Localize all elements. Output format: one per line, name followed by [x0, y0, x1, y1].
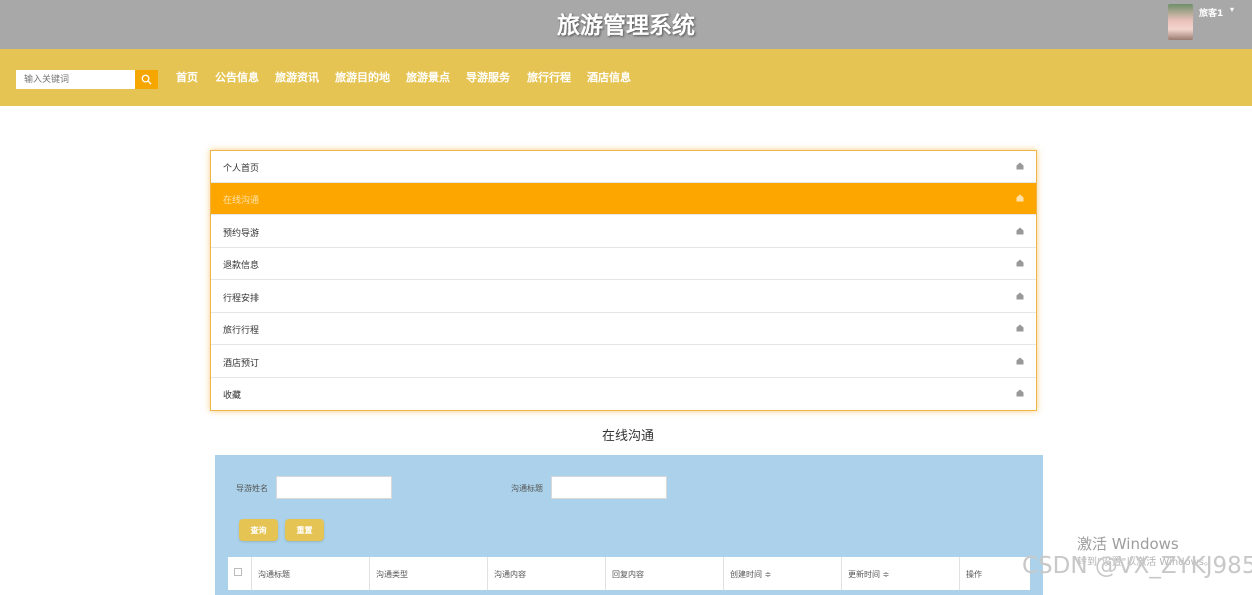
nav-itineraries[interactable]: 旅行行程 [527, 69, 571, 85]
nav-destinations[interactable]: 旅游目的地 [335, 69, 390, 85]
select-all-cell [228, 557, 252, 590]
csdn-watermark: CSDN @VX_ZYKJ985 [1022, 553, 1252, 579]
user-menu-caret-icon[interactable]: ▾ [1230, 5, 1234, 14]
home-icon [1016, 259, 1024, 267]
column-actions: 操作 [960, 557, 1030, 590]
windows-activation-title: 激活 Windows [1077, 535, 1179, 553]
table-header: 沟通标题 沟通类型 沟通内容 回复内容 创建时间 ≑ 更新时间 ≑ 操作 [228, 557, 1030, 590]
menu-item-hotel-booking[interactable]: 酒店预订 [211, 346, 1036, 378]
menu-item-label: 行程安排 [223, 294, 260, 304]
user-avatar[interactable] [1168, 4, 1193, 40]
menu-item-travel-itinerary[interactable]: 旅行行程 [211, 313, 1036, 345]
home-icon [1016, 162, 1024, 170]
menu-item-label: 旅行行程 [223, 326, 260, 336]
menu-item-label: 酒店预订 [223, 359, 260, 369]
menu-item-label: 收藏 [223, 391, 242, 401]
menu-item-online-chat[interactable]: 在线沟通 [211, 183, 1036, 215]
nav-travel-news[interactable]: 旅游资讯 [275, 69, 319, 85]
column-label: 沟通标题 [258, 570, 290, 579]
nav-guide-service[interactable]: 导游服务 [466, 69, 510, 85]
top-header: 旅游管理系统 旅客1 ▾ [0, 0, 1252, 49]
home-icon [1016, 227, 1024, 235]
menu-item-favorites[interactable]: 收藏 [211, 378, 1036, 410]
menu-item-label: 在线沟通 [223, 196, 260, 206]
menu-item-label: 个人首页 [223, 164, 260, 174]
search-icon [141, 74, 152, 85]
nav-hotels[interactable]: 酒店信息 [587, 69, 631, 85]
nav-attractions[interactable]: 旅游景点 [406, 69, 450, 85]
column-label: 沟通内容 [494, 570, 526, 579]
search-input[interactable] [16, 70, 135, 89]
user-center-menu: 个人首页 在线沟通 预约导游 退款信息 行程安排 旅行行程 酒店预订 收藏 [210, 150, 1037, 411]
column-label: 创建时间 ≑ [730, 570, 772, 579]
chat-title-input[interactable] [551, 476, 667, 499]
menu-item-schedule[interactable]: 行程安排 [211, 281, 1036, 313]
column-label: 操作 [966, 570, 982, 579]
column-label: 回复内容 [612, 570, 644, 579]
site-title: 旅游管理系统 [557, 13, 695, 39]
menu-item-label: 退款信息 [223, 261, 260, 271]
home-icon [1016, 357, 1024, 365]
column-chat-title: 沟通标题 [252, 557, 370, 590]
nav-home[interactable]: 首页 [176, 69, 198, 85]
column-label: 沟通类型 [376, 570, 408, 579]
column-updated-time[interactable]: 更新时间 ≑ [842, 557, 960, 590]
column-reply-content: 回复内容 [606, 557, 724, 590]
column-created-time[interactable]: 创建时间 ≑ [724, 557, 842, 590]
column-chat-content: 沟通内容 [488, 557, 606, 590]
home-icon [1016, 389, 1024, 397]
reset-button[interactable]: 重置 [285, 519, 324, 541]
select-all-checkbox[interactable] [234, 568, 242, 576]
guide-name-label: 导游姓名 [236, 484, 268, 493]
home-icon [1016, 324, 1024, 332]
menu-item-refunds[interactable]: 退款信息 [211, 248, 1036, 280]
section-title: 在线沟通 [601, 429, 654, 444]
main-navbar: 首页 公告信息 旅游资讯 旅游目的地 旅游景点 导游服务 旅行行程 酒店信息 [0, 49, 1252, 106]
chat-title-label: 沟通标题 [511, 484, 543, 493]
search-button[interactable] [135, 70, 158, 89]
nav-announcements[interactable]: 公告信息 [215, 69, 259, 85]
column-label: 更新时间 ≑ [848, 570, 890, 579]
menu-item-profile[interactable]: 个人首页 [211, 151, 1036, 183]
guide-name-input[interactable] [276, 476, 392, 499]
user-name[interactable]: 旅客1 [1199, 6, 1223, 19]
menu-item-label: 预约导游 [223, 229, 260, 239]
column-chat-type: 沟通类型 [370, 557, 488, 590]
query-button[interactable]: 查询 [239, 519, 278, 541]
menu-item-book-guide[interactable]: 预约导游 [211, 216, 1036, 248]
home-icon [1016, 194, 1024, 202]
home-icon [1016, 292, 1024, 300]
